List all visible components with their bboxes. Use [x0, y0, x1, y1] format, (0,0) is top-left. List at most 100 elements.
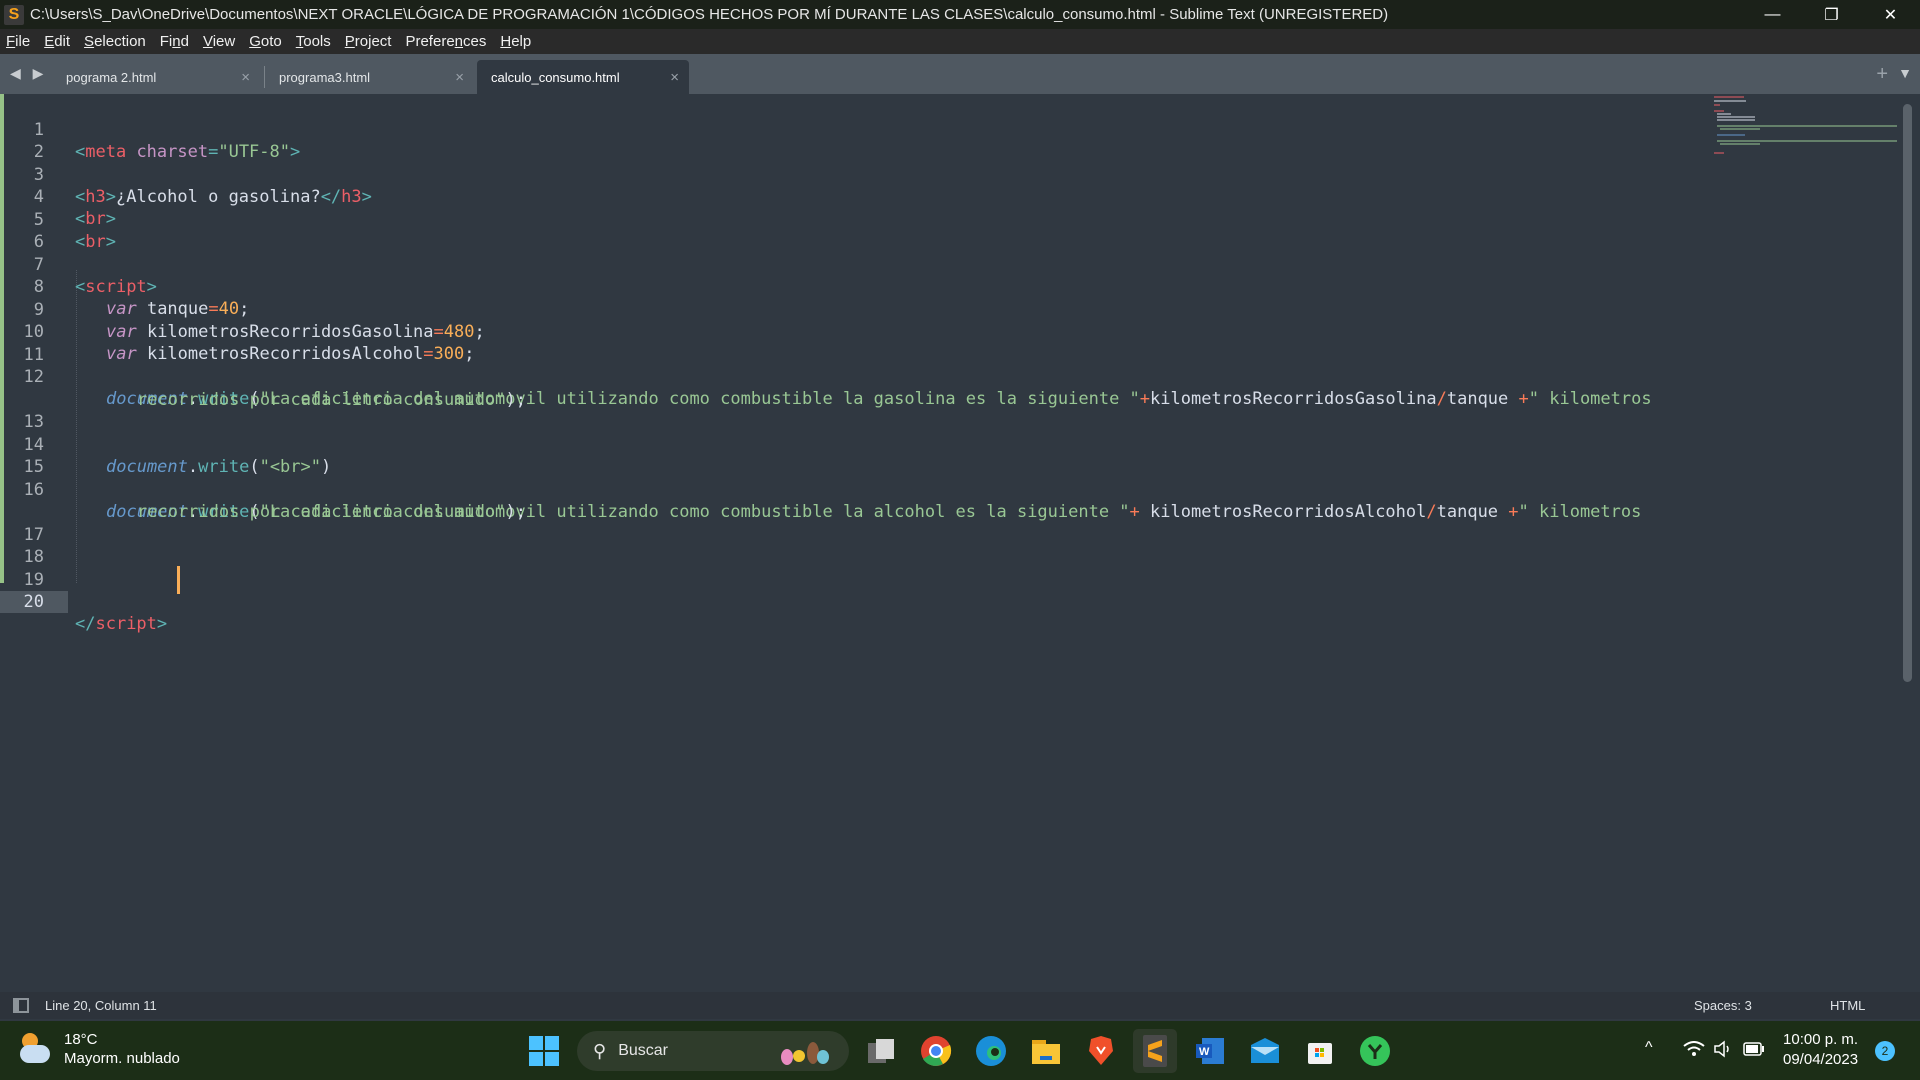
- code-line: 15: [0, 434, 1900, 477]
- cursor-position: Line 20, Column 11: [45, 998, 157, 1013]
- green-app-icon: [1360, 1036, 1390, 1066]
- tab-close-icon[interactable]: ×: [670, 69, 679, 86]
- title-bar: S C:\Users\S_Dav\OneDrive\Documentos\NEX…: [0, 0, 1920, 29]
- store-icon: [1308, 1043, 1332, 1064]
- tab-list-dropdown[interactable]: ▼: [1898, 65, 1912, 81]
- tab-label: programa3.html: [279, 69, 371, 85]
- menu-find[interactable]: Find: [160, 33, 189, 50]
- menu-view[interactable]: View: [203, 33, 235, 50]
- close-button[interactable]: ✕: [1861, 0, 1920, 29]
- volume-icon[interactable]: [1713, 1040, 1733, 1058]
- code-line: 4 <br>: [0, 164, 1900, 229]
- tab-label: calculo_consumo.html: [491, 69, 620, 85]
- taskbar-search[interactable]: ⚲ Buscar: [577, 1031, 849, 1071]
- syntax-selector[interactable]: HTML: [1830, 998, 1865, 1013]
- menu-selection[interactable]: Selection: [84, 33, 146, 50]
- code-line: 8 var tanque=40;: [0, 254, 1900, 319]
- code-line: 11: [0, 322, 1900, 365]
- chrome-button[interactable]: [914, 1029, 958, 1073]
- weather-description: Mayorm. nublado: [64, 1050, 180, 1067]
- code-line: 2: [0, 119, 1900, 162]
- tab-navigation-arrows[interactable]: ◀ ▶: [10, 65, 47, 82]
- code-line: 1 <meta charset="UTF-8">: [0, 97, 1900, 162]
- minimize-button[interactable]: —: [1743, 0, 1802, 29]
- menu-project[interactable]: Project: [345, 33, 392, 50]
- weather-temperature: 18°C: [64, 1031, 98, 1048]
- menu-file[interactable]: File: [6, 33, 30, 50]
- mail-icon: [1251, 1038, 1279, 1063]
- microsoft-store-button[interactable]: [1298, 1029, 1342, 1073]
- task-view-button[interactable]: [859, 1029, 903, 1073]
- search-placeholder: Buscar: [618, 1042, 668, 1059]
- code-line: 16 document.write("La eficiencia del aut…: [0, 457, 1900, 522]
- battery-icon[interactable]: [1743, 1042, 1765, 1056]
- brave-button[interactable]: [1079, 1029, 1123, 1073]
- code-editor[interactable]: 1 <meta charset="UTF-8"> 2 3 <h3>¿Alcoho…: [0, 94, 1920, 985]
- menu-bar: File Edit Selection Find View Goto Tools…: [0, 29, 1920, 54]
- code-line: 18: [0, 524, 1900, 567]
- word-icon: W: [1196, 1038, 1224, 1064]
- code-line: 10 var kilometrosRecorridosAlcohol=300;: [0, 299, 1900, 364]
- sublime-text-icon: S: [4, 4, 24, 25]
- edge-button[interactable]: [969, 1029, 1013, 1073]
- green-app-button[interactable]: [1353, 1029, 1397, 1073]
- code-line-wrap: recorridos por cada litro consumido");: [137, 390, 526, 410]
- weather-widget[interactable]: 18°C Mayorm. nublado: [20, 1031, 180, 1069]
- line-number: 20: [0, 591, 68, 613]
- show-hidden-icons-button[interactable]: ^: [1645, 1039, 1653, 1057]
- tab-close-icon[interactable]: ×: [241, 69, 250, 86]
- code-line: 19: [0, 547, 1900, 590]
- code-line: 3 <h3>¿Alcohol o gasolina?</h3>: [0, 142, 1900, 207]
- clock-time: 10:00 p. m.: [1783, 1031, 1859, 1048]
- code-line: 9 var kilometrosRecorridosGasolina=480;: [0, 277, 1900, 342]
- menu-help[interactable]: Help: [500, 33, 531, 50]
- status-bar: Line 20, Column 11 Spaces: 3 HTML: [0, 992, 1920, 1019]
- indentation-setting[interactable]: Spaces: 3: [1694, 998, 1752, 1013]
- code-line: 12 document.write("La eficiencia del aut…: [0, 344, 1900, 409]
- task-view-icon: [868, 1039, 894, 1063]
- window-title: C:\Users\S_Dav\OneDrive\Documentos\NEXT …: [30, 6, 1389, 23]
- tab-calculo-consumo[interactable]: calculo_consumo.html ×: [477, 60, 689, 94]
- taskbar: 18°C Mayorm. nublado ⚲ Buscar W ^ 10:00 …: [0, 1021, 1920, 1080]
- search-icon: ⚲: [593, 1040, 607, 1061]
- file-explorer-button[interactable]: [1024, 1029, 1068, 1073]
- mail-button[interactable]: [1243, 1029, 1287, 1073]
- sublime-text-icon: [1143, 1035, 1167, 1067]
- notification-badge[interactable]: 2: [1875, 1041, 1895, 1061]
- maximize-button[interactable]: ❐: [1802, 0, 1861, 29]
- wifi-icon[interactable]: [1683, 1041, 1705, 1057]
- tab-programa3[interactable]: programa3.html ×: [264, 60, 474, 94]
- menu-preferences[interactable]: Preferences: [405, 33, 486, 50]
- text-cursor: [177, 566, 180, 594]
- code-line: 13: [0, 389, 1900, 432]
- partly-cloudy-night-icon: [20, 1033, 54, 1067]
- edge-icon: [976, 1036, 1006, 1066]
- start-button[interactable]: [522, 1029, 566, 1073]
- code-line: 17: [0, 502, 1900, 545]
- windows-logo-icon: [529, 1036, 559, 1066]
- svg-text:W: W: [1199, 1046, 1210, 1058]
- tab-pograma-2[interactable]: pograma 2.html ×: [50, 60, 260, 94]
- easter-decoration-icon: [781, 1042, 829, 1065]
- clock-date: 09/04/2023: [1783, 1051, 1859, 1068]
- folder-icon: [1032, 1040, 1060, 1064]
- sublime-text-button[interactable]: [1133, 1029, 1177, 1073]
- brave-icon: [1089, 1036, 1113, 1065]
- toggle-panel-icon[interactable]: [13, 998, 29, 1013]
- menu-goto[interactable]: Goto: [249, 33, 282, 50]
- minimap[interactable]: [1714, 96, 1904, 156]
- code-line-wrap: recorridos por cada litro consumido");: [137, 502, 526, 522]
- vertical-scrollbar[interactable]: [1903, 104, 1912, 682]
- tab-close-icon[interactable]: ×: [455, 69, 464, 86]
- chrome-icon: [921, 1036, 952, 1066]
- tab-bar: ◀ ▶ pograma 2.html × programa3.html × ca…: [0, 54, 1920, 94]
- code-line: 7 <script>: [0, 232, 1900, 297]
- new-tab-button[interactable]: +: [1876, 63, 1888, 86]
- code-line-current: 20 </script>: [0, 569, 1900, 634]
- word-button[interactable]: W: [1188, 1029, 1232, 1073]
- taskbar-clock[interactable]: 10:00 p. m. 09/04/2023: [1783, 1030, 1858, 1070]
- tab-label: pograma 2.html: [66, 69, 157, 85]
- menu-edit[interactable]: Edit: [44, 33, 70, 50]
- menu-tools[interactable]: Tools: [296, 33, 331, 50]
- code-line: 5 <br>: [0, 187, 1900, 252]
